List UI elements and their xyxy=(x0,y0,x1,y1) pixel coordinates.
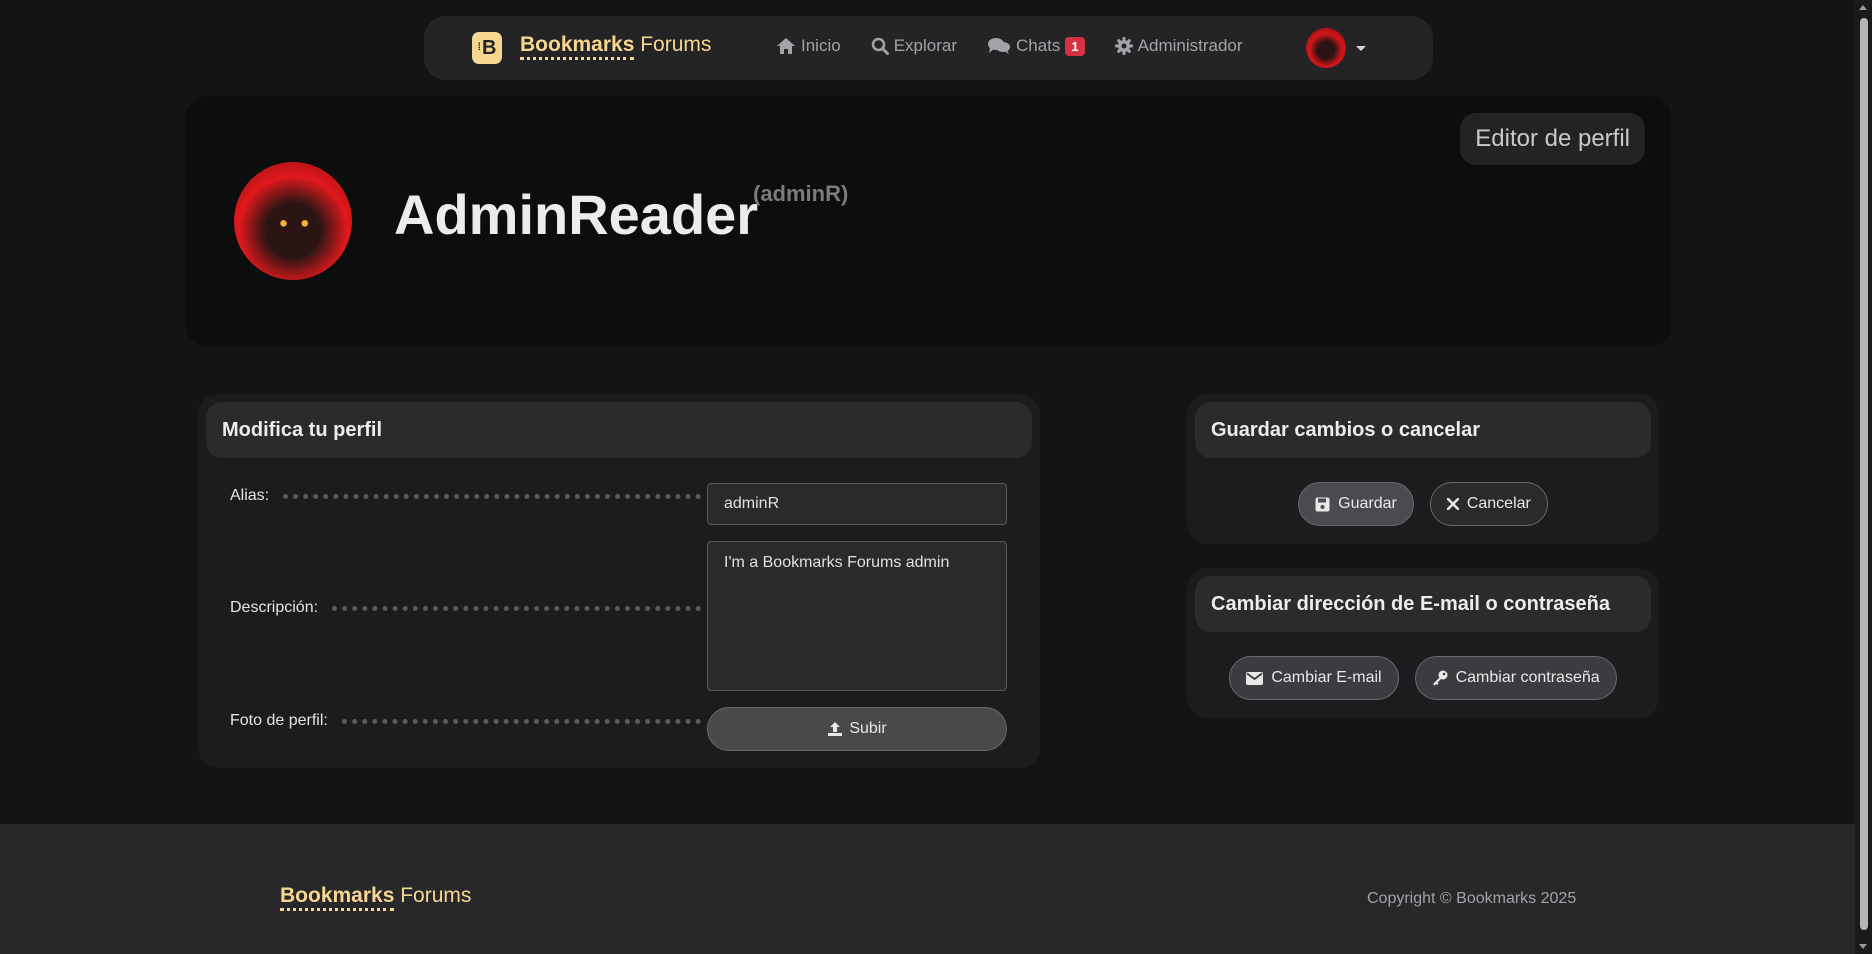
description-label: Descripción: xyxy=(230,599,319,616)
profile-header: AdminReader (adminR) Editor de perfil xyxy=(186,96,1671,346)
floppy-disk-icon xyxy=(1315,497,1330,512)
home-icon xyxy=(776,37,796,55)
brand-link[interactable]: ⁞ B Bookmarks Forums xyxy=(472,32,711,64)
page-scrollbar[interactable] xyxy=(1855,0,1872,954)
user-menu-toggle[interactable] xyxy=(1306,28,1366,68)
brand-name-bold: Bookmarks xyxy=(520,33,635,60)
cancel-button[interactable]: Cancelar xyxy=(1429,482,1548,526)
nav-link-inicio[interactable]: Inicio xyxy=(776,36,841,56)
alias-label: Alias: xyxy=(230,487,270,504)
upload-photo-button[interactable]: Subir xyxy=(707,707,1007,751)
copyright-text: Copyright © Bookmarks 2025 xyxy=(1367,890,1577,907)
save-buttons-row: Guardar Cancelar xyxy=(1187,482,1659,526)
save-button[interactable]: Guardar xyxy=(1298,482,1414,526)
change-password-button[interactable]: Cambiar contraseña xyxy=(1414,656,1617,700)
nav-link-label: Inicio xyxy=(801,36,841,55)
photo-row: Foto de perfil: xyxy=(230,709,715,733)
upload-icon xyxy=(827,721,843,737)
scroll-down-arrow-icon[interactable] xyxy=(1859,944,1867,949)
close-icon xyxy=(1446,498,1459,510)
nav-link-label: Administrador xyxy=(1137,36,1243,55)
envelope-icon xyxy=(1246,671,1264,685)
footer-brand[interactable]: Bookmarks Forums xyxy=(280,884,472,911)
change-email-label: Cambiar E-mail xyxy=(1271,669,1382,686)
save-changes-card: Guardar cambios o cancelar Guardar Cance… xyxy=(1187,394,1659,544)
footer-brand-bold: Bookmarks xyxy=(280,884,395,911)
nav-link-label: Chats xyxy=(1016,36,1061,55)
caret-down-icon xyxy=(1356,45,1366,51)
profile-alias: (adminR) xyxy=(753,181,849,206)
nav-link-administrador[interactable]: Administrador xyxy=(1114,36,1243,56)
brand-logo-icon: ⁞ B xyxy=(472,32,502,64)
brand-name-light: Forums xyxy=(640,33,712,56)
nav-link-explorar[interactable]: Explorar xyxy=(871,36,957,56)
chats-icon xyxy=(987,37,1011,55)
gear-icon xyxy=(1114,37,1133,55)
alias-input[interactable]: adminR xyxy=(707,483,1007,525)
nav-links: Inicio Explorar Chats 1 Administrador xyxy=(776,36,1273,56)
description-row: Descripción: xyxy=(230,596,715,620)
alias-row: Alias: xyxy=(230,484,715,508)
save-changes-title: Guardar cambios o cancelar xyxy=(1195,402,1651,458)
profile-editor-label: Editor de perfil xyxy=(1460,113,1645,165)
edit-profile-title: Modifica tu perfil xyxy=(206,402,1032,458)
dotted-leader xyxy=(332,605,701,611)
brand-name: Bookmarks Forums xyxy=(520,33,712,60)
avatar xyxy=(1306,28,1346,68)
dotted-leader xyxy=(283,493,701,499)
nav-link-chats[interactable]: Chats 1 xyxy=(987,36,1085,56)
top-navbar: ⁞ B Bookmarks Forums Inicio Explorar Chat… xyxy=(424,16,1433,80)
profile-avatar xyxy=(234,162,352,280)
photo-label: Foto de perfil: xyxy=(230,712,328,729)
credentials-buttons-row: Cambiar E-mail Cambiar contraseña xyxy=(1187,656,1659,700)
profile-name: AdminReader xyxy=(394,183,759,246)
upload-photo-label: Subir xyxy=(849,720,887,737)
save-label: Guardar xyxy=(1338,495,1397,512)
change-email-button[interactable]: Cambiar E-mail xyxy=(1229,656,1399,700)
change-credentials-card: Cambiar dirección de E-mail o contraseña… xyxy=(1187,568,1659,718)
scroll-up-arrow-icon[interactable] xyxy=(1859,5,1867,10)
search-icon xyxy=(871,37,889,55)
nav-link-label: Explorar xyxy=(893,36,957,55)
chats-unread-badge: 1 xyxy=(1065,36,1085,56)
description-textarea[interactable]: I'm a Bookmarks Forums admin xyxy=(707,541,1007,691)
footer: Bookmarks Forums Copyright © Bookmarks 2… xyxy=(0,824,1855,954)
footer-brand-light: Forums xyxy=(400,884,472,907)
key-icon xyxy=(1432,670,1448,686)
change-credentials-title: Cambiar dirección de E-mail o contraseña xyxy=(1195,576,1651,632)
dotted-leader xyxy=(341,718,701,724)
scrollbar-thumb[interactable] xyxy=(1860,18,1868,930)
change-password-label: Cambiar contraseña xyxy=(1455,669,1600,686)
edit-profile-card: Modifica tu perfil Alias: adminR Descrip… xyxy=(198,394,1040,768)
cancel-label: Cancelar xyxy=(1466,495,1531,512)
